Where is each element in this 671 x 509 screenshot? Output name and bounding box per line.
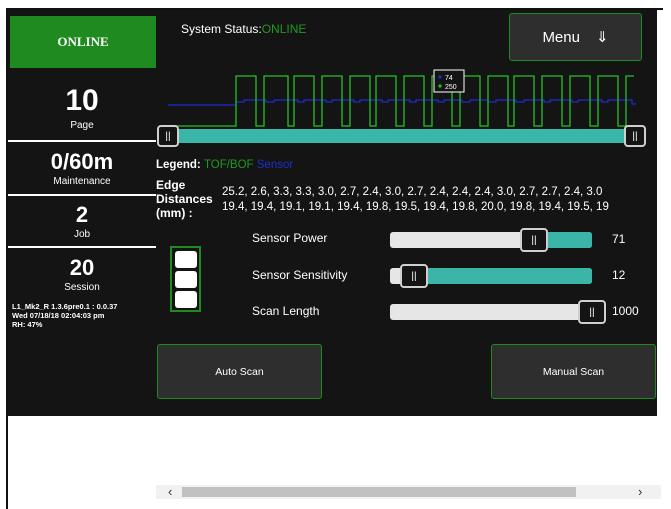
sidebar-divider (8, 194, 156, 196)
scrollbar-thumb[interactable] (182, 487, 576, 497)
sensor-sensitivity-slider[interactable]: || (390, 264, 592, 288)
job-value: 2 (75, 202, 89, 227)
menu-button[interactable]: Menu ⇓ (509, 13, 642, 61)
sensor-power-slider[interactable]: || (390, 228, 592, 252)
slider-handle[interactable]: || (520, 228, 548, 252)
date-time: Wed 07/18/18 02:04:03 pm (12, 311, 105, 320)
sensor-power-label: Sensor Power (252, 231, 328, 245)
main-panel: System Status:ONLINE Menu ⇓ 74 250 || ||… (156, 10, 657, 416)
job-counter: 2 Job (8, 202, 156, 241)
system-status-value: ONLINE (261, 22, 307, 36)
page-value: 10 (65, 84, 99, 117)
session-label: Session (64, 282, 100, 293)
slider-handle[interactable]: || (578, 300, 606, 324)
sensor-signal-line (168, 99, 636, 106)
edge-label-line: Edge (156, 178, 186, 192)
manual-scan-button[interactable]: Manual Scan (491, 344, 656, 399)
sidebar-divider (8, 140, 156, 142)
scroll-right-icon[interactable]: › (638, 484, 642, 499)
system-status: System Status:ONLINE (181, 22, 306, 36)
tooltip-sensor-dot (438, 75, 442, 79)
tooltip-sensor-value: 74 (445, 75, 453, 82)
menu-label: Menu (542, 28, 580, 46)
sidebar: ONLINE 10 Page 0/60m Maintenance 2 Job 2… (8, 10, 156, 416)
system-status-label: System Status: (181, 22, 262, 36)
page-label: Page (70, 120, 94, 131)
job-label: Job (73, 229, 91, 240)
page-counter: 10 Page (8, 84, 156, 132)
slider-fill (404, 268, 592, 284)
firmware-version: L1_Mk2_R 1.3.6pre0.1 : 0.0.37 (12, 302, 118, 311)
tof-bof-signal-line (168, 75, 634, 127)
legend-sensor: Sensor (256, 159, 294, 171)
chart-legend: Legend: TOF/BOF Sensor (156, 159, 293, 171)
tooltip-tof-value: 250 (445, 84, 457, 91)
range-start-handle[interactable]: || (157, 125, 179, 147)
tooltip-tof-dot (438, 84, 442, 88)
scan-length-label: Scan Length (252, 304, 320, 318)
sensor-sensitivity-label: Sensor Sensitivity (252, 268, 348, 282)
edge-distances-label: Edge Distances (mm) : (156, 178, 213, 220)
edge-label-line: Distances (156, 192, 213, 206)
scroll-left-icon[interactable]: ‹ (168, 484, 172, 499)
maintenance-value: 0/60m (50, 149, 114, 174)
checkbox[interactable] (175, 251, 197, 268)
session-counter: 20 Session (8, 255, 156, 294)
scan-range-slider[interactable] (168, 129, 638, 143)
sensor-power-value: 71 (612, 232, 626, 246)
legend-tof-bof: TOF/BOF (203, 159, 254, 171)
sensor-sensitivity-value: 12 (612, 268, 626, 282)
legend-label: Legend: (156, 159, 201, 171)
arrow-down-icon: ⇓ (595, 29, 609, 46)
edge-values-row: 19.4, 19.4, 19.1, 19.1, 19.4, 19.8, 19.5… (222, 201, 609, 213)
auto-scan-button[interactable]: Auto Scan (157, 344, 322, 399)
edge-distances-values: 25.2, 2.6, 3.3, 3.3, 3.0, 2.7, 2.4, 3.0,… (222, 185, 657, 215)
online-indicator: ONLINE (10, 16, 156, 68)
sidebar-divider (8, 246, 156, 248)
scan-signal-chart: 74 250 (168, 69, 636, 127)
checkbox-group (170, 246, 201, 312)
scan-length-slider[interactable]: || (390, 300, 606, 324)
session-value: 20 (69, 255, 95, 280)
edge-label-line: (mm) : (156, 206, 193, 220)
humidity: RH: 47% (12, 320, 43, 329)
checkbox[interactable] (175, 291, 197, 308)
maintenance-counter: 0/60m Maintenance (8, 149, 156, 188)
range-end-handle[interactable]: || (624, 125, 646, 147)
device-info: L1_Mk2_R 1.3.6pre0.1 : 0.0.37 Wed 07/18/… (12, 302, 117, 329)
edge-values-row: 25.2, 2.6, 3.3, 3.3, 3.0, 2.7, 2.4, 3.0,… (222, 186, 603, 198)
horizontal-scrollbar[interactable]: ‹ › (156, 484, 661, 499)
maintenance-label: Maintenance (53, 176, 111, 187)
scan-length-value: 1000 (612, 304, 639, 318)
checkbox[interactable] (175, 271, 197, 288)
slider-handle[interactable]: || (400, 264, 428, 288)
